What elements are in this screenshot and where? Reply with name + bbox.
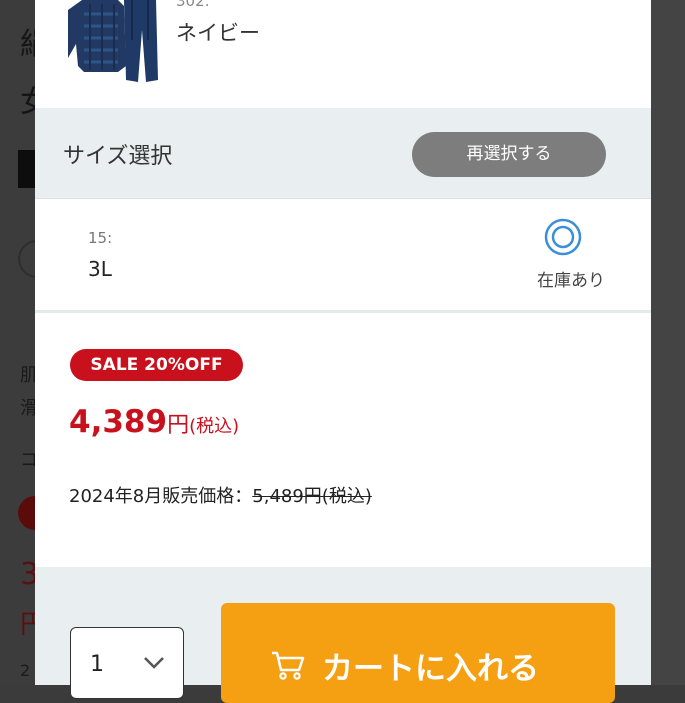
background-text: 2 [20, 661, 31, 680]
sale-badge: SALE 20%OFF [70, 349, 243, 381]
add-to-cart-label: カートに入れる [322, 651, 539, 687]
product-color-row: 302: ネイビー [35, 0, 651, 108]
cart-icon [272, 651, 305, 680]
double-circle-icon [544, 218, 582, 256]
size-code: 15: [88, 229, 113, 247]
price-yen: 円 [167, 413, 190, 438]
color-name: ネイビー [176, 21, 260, 45]
color-code: 302: [176, 0, 210, 10]
original-price: 2024年8月販売価格：5,489円(税込) [69, 482, 372, 508]
original-price-label: 2024年8月販売価格： [69, 486, 253, 507]
sale-price: 4,389円(税込) [69, 404, 239, 440]
size-section-title: サイズ選択 [63, 144, 173, 169]
navy-pajama-image [68, 0, 158, 82]
quantity-select[interactable]: 1 [70, 627, 184, 699]
quantity-value: 1 [90, 652, 104, 677]
background-block [18, 150, 35, 188]
size-name: 3L [88, 257, 112, 281]
price-number: 4,389 [69, 404, 168, 440]
price-tax: (税込) [189, 416, 240, 437]
chevron-down-icon [144, 657, 164, 669]
original-price-value: 5,489円(税込) [252, 486, 372, 507]
stock-status: 在庫あり [537, 271, 605, 291]
add-to-cart-button[interactable]: カートに入れる [221, 603, 615, 703]
background-right-strip [651, 0, 685, 685]
reselect-button[interactable]: 再選択する [412, 132, 606, 177]
